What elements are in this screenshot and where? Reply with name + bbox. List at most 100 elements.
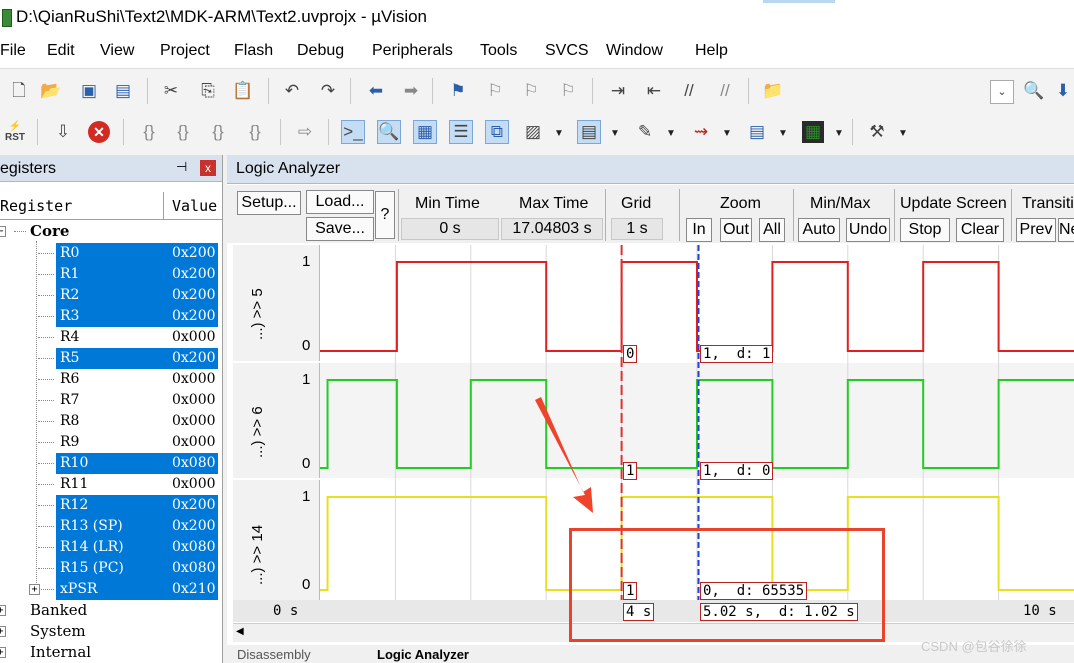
register-value[interactable]: 0x200 <box>172 266 216 282</box>
dropdown-arrow-icon[interactable]: ▼ <box>898 128 908 139</box>
register-value[interactable]: 0x000 <box>172 371 216 387</box>
register-value[interactable]: 0x200 <box>172 287 216 303</box>
register-row[interactable]: R3 0x200 <box>0 306 222 327</box>
register-row[interactable]: R12 0x200 <box>0 495 222 516</box>
register-value[interactable]: 0x210 <box>172 581 216 597</box>
register-row[interactable]: R6 0x000 <box>0 369 222 390</box>
close-icon[interactable]: x <box>200 160 216 176</box>
setup-button[interactable]: Setup... <box>237 191 301 215</box>
bookmark-clear-icon[interactable]: ⚐ <box>557 80 579 102</box>
register-value[interactable]: 0x000 <box>172 329 216 345</box>
register-value[interactable]: 0x080 <box>172 455 216 471</box>
new-file-icon[interactable]: 🗋 <box>8 80 30 102</box>
menu-flash[interactable]: Flash <box>234 42 273 60</box>
watch-window-icon[interactable]: ▨ <box>522 121 544 143</box>
register-value[interactable]: 0x200 <box>172 350 216 366</box>
tab-logic-analyzer[interactable]: Logic Analyzer <box>377 647 469 663</box>
dropdown-arrow-icon[interactable]: ▼ <box>834 128 844 139</box>
analysis-window-icon[interactable]: ⇝ <box>690 121 712 143</box>
cut-icon[interactable]: ✂ <box>160 80 182 102</box>
register-row[interactable]: R13 (SP) 0x200 <box>0 516 222 537</box>
uncomment-icon[interactable]: // <box>714 80 736 102</box>
undo-icon[interactable]: ↶ <box>281 80 303 102</box>
run-icon[interactable]: ⇩ <box>52 121 74 143</box>
stop-button[interactable]: Stop <box>900 218 950 242</box>
register-row[interactable]: R7 0x000 <box>0 390 222 411</box>
comment-icon[interactable]: // <box>678 80 700 102</box>
register-row[interactable]: R4 0x000 <box>0 327 222 348</box>
register-value[interactable]: 0x080 <box>172 560 216 576</box>
dropdown-arrow-icon[interactable]: ▼ <box>610 128 620 139</box>
banked-group-label[interactable]: Banked <box>30 601 87 619</box>
expand-banked-icon[interactable]: + <box>0 605 6 616</box>
menu-project[interactable]: Project <box>160 42 210 60</box>
redo-icon[interactable]: ↷ <box>317 80 339 102</box>
register-row[interactable]: R1 0x200 <box>0 264 222 285</box>
signal-label-2[interactable]: ...) >> 6 1 0 <box>233 363 320 478</box>
collapse-core-icon[interactable]: − <box>0 226 6 237</box>
menu-file[interactable]: File <box>0 42 26 60</box>
signal-label-3[interactable]: ...) >> 14 1 0 <box>233 480 320 600</box>
find-icon[interactable]: 🔍 <box>1023 80 1045 102</box>
incremental-find-icon[interactable]: ⬇ <box>1052 80 1074 102</box>
bookmark-next-icon[interactable]: ⚐ <box>520 80 542 102</box>
target-dropdown-icon[interactable]: ⌄ <box>990 80 1014 104</box>
menu-edit[interactable]: Edit <box>47 42 75 60</box>
core-group-label[interactable]: Core <box>30 222 69 240</box>
register-value[interactable]: 0x000 <box>172 434 216 450</box>
paste-icon[interactable]: 📋 <box>232 80 254 102</box>
serial-window-icon[interactable]: ✎ <box>634 121 656 143</box>
expand-system-icon[interactable]: + <box>0 626 6 637</box>
menu-tools[interactable]: Tools <box>480 42 517 60</box>
register-row[interactable]: R9 0x000 <box>0 432 222 453</box>
next-button[interactable]: Ne <box>1058 218 1074 242</box>
menu-view[interactable]: View <box>100 42 134 60</box>
step-into-icon[interactable]: {} <box>138 121 160 143</box>
register-row[interactable]: R0 0x200 <box>0 243 222 264</box>
register-row[interactable]: R10 0x080 <box>0 453 222 474</box>
register-value[interactable]: 0x200 <box>172 245 216 261</box>
column-value[interactable]: Value <box>172 197 217 215</box>
bookmark-prev-icon[interactable]: ⚐ <box>484 80 506 102</box>
save-all-icon[interactable]: ▤ <box>112 80 134 102</box>
copy-icon[interactable]: ⎘ <box>197 80 219 102</box>
disassembly-window-icon[interactable]: 🔍 <box>377 120 401 144</box>
column-divider[interactable] <box>163 192 164 219</box>
open-folder-icon[interactable]: 📂 <box>40 80 62 102</box>
register-row[interactable]: R2 0x200 <box>0 285 222 306</box>
command-window-icon[interactable]: >_ <box>341 120 365 144</box>
reset-icon[interactable]: ⚡ RST <box>4 121 26 143</box>
register-value[interactable]: 0x000 <box>172 476 216 492</box>
clear-button[interactable]: Clear <box>956 218 1004 242</box>
scroll-left-icon[interactable]: ◀ <box>236 626 244 637</box>
register-row[interactable]: R5 0x200 <box>0 348 222 369</box>
menu-peripherals[interactable]: Peripherals <box>372 42 453 60</box>
register-row[interactable]: R11 0x000 <box>0 474 222 495</box>
register-row[interactable]: R15 (PC) 0x080 <box>0 558 222 579</box>
dropdown-arrow-icon[interactable]: ▼ <box>778 128 788 139</box>
menu-window[interactable]: Window <box>606 42 663 60</box>
dropdown-arrow-icon[interactable]: ▼ <box>554 128 564 139</box>
step-out-icon[interactable]: {} <box>207 121 229 143</box>
symbols-window-icon[interactable]: ▦ <box>413 120 437 144</box>
register-row[interactable]: R8 0x000 <box>0 411 222 432</box>
register-value[interactable]: 0x200 <box>172 308 216 324</box>
zoom-all-button[interactable]: All <box>759 218 785 242</box>
signal-label-1[interactable]: ...) >> 5 1 0 <box>233 245 320 361</box>
register-value[interactable]: 0x000 <box>172 413 216 429</box>
save-button[interactable]: Save... <box>306 217 374 241</box>
menu-help[interactable]: Help <box>695 42 728 60</box>
internal-group-label[interactable]: Internal <box>30 643 91 661</box>
bookmark-icon[interactable]: ⚑ <box>447 80 469 102</box>
run-to-cursor-icon[interactable]: {} <box>244 121 266 143</box>
dropdown-arrow-icon[interactable]: ▼ <box>722 128 732 139</box>
pin-icon[interactable]: ⊣ <box>176 159 187 175</box>
help-button[interactable]: ? <box>375 191 395 239</box>
system-viewer-icon[interactable]: ▦ <box>802 121 824 143</box>
step-over-icon[interactable]: {} <box>172 121 194 143</box>
nav-back-icon[interactable]: ⬅ <box>365 80 387 102</box>
tab-disassembly[interactable]: Disassembly <box>237 647 311 663</box>
load-button[interactable]: Load... <box>306 190 374 214</box>
prev-button[interactable]: Prev <box>1016 218 1056 242</box>
register-row[interactable]: R14 (LR) 0x080 <box>0 537 222 558</box>
